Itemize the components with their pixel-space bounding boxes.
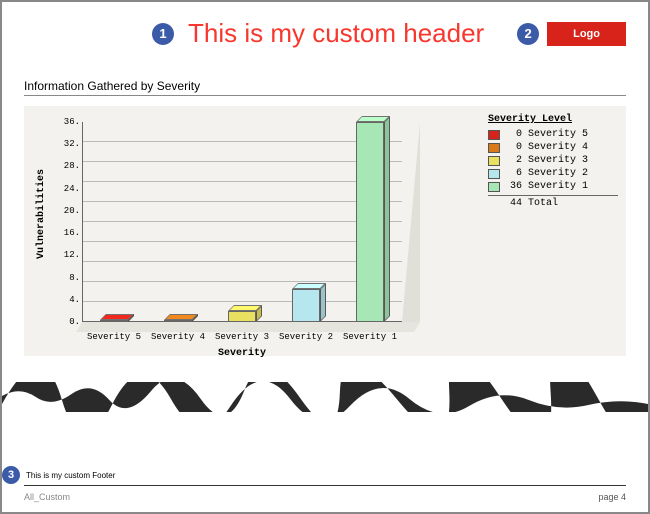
y-tick: 16.	[60, 228, 80, 238]
document-page: 1 This is my custom header 2 Logo Inform…	[0, 0, 650, 514]
y-tick: 24.	[60, 184, 80, 194]
legend-count: 36	[506, 181, 522, 192]
footer-page-number: page 4	[598, 492, 626, 502]
x-tick: Severity 2	[274, 332, 338, 342]
legend-count: 0	[506, 129, 522, 140]
header-row: 1 This is my custom header 2 Logo	[24, 18, 626, 49]
legend-count: 2	[506, 155, 522, 166]
legend-label: Severity 4	[528, 142, 588, 153]
footer-area: 3 This is my custom Footer All_Custom pa…	[24, 466, 626, 502]
chart-bar	[100, 320, 128, 322]
section-title: Information Gathered by Severity	[24, 79, 626, 93]
chart-plot-area: Vulnerabilities Severity 0.4.8.12.16.20.…	[32, 114, 480, 348]
footer-divider	[24, 485, 626, 486]
legend-swatch	[488, 130, 500, 140]
chart-bars	[82, 122, 402, 322]
legend-swatch	[488, 182, 500, 192]
custom-footer-text: This is my custom Footer	[26, 471, 115, 480]
chart-container: Vulnerabilities Severity 0. 4. 8. 12. 16. 20.…	[24, 106, 626, 356]
legend-count: 0	[506, 142, 522, 153]
legend-row: 2 Severity 3	[488, 155, 618, 166]
annotation-badge-3: 3	[2, 466, 20, 484]
chart-bar	[228, 311, 256, 322]
x-tick: Severity 3	[210, 332, 274, 342]
legend-row: 0 Severity 4	[488, 142, 618, 153]
section-divider	[24, 95, 626, 96]
custom-header-text: This is my custom header	[188, 18, 484, 49]
legend-swatch	[488, 143, 500, 153]
y-tick: 8.	[60, 273, 80, 283]
legend-label: Severity 5	[528, 129, 588, 140]
legend-row: 6 Severity 2	[488, 168, 618, 179]
legend-row: 0 Severity 5	[488, 129, 618, 140]
legend-count: 6	[506, 168, 522, 179]
legend-swatch	[488, 156, 500, 166]
legend-label: Severity 1	[528, 181, 588, 192]
chart-legend: Severity Level 0 Severity 5 0 Severity 4 2 Se…	[488, 114, 618, 348]
legend-total-label: Total	[528, 198, 558, 209]
legend-total-row: 44 Total	[488, 195, 618, 209]
x-axis-label: Severity	[82, 348, 402, 359]
chart-bar	[292, 289, 320, 322]
torn-edge-graphic	[2, 382, 648, 412]
annotation-badge-2: 2	[517, 23, 539, 45]
y-tick: 36.	[60, 117, 80, 127]
y-tick: 0.	[60, 317, 80, 327]
chart-bar	[164, 320, 192, 322]
y-tick: 12.	[60, 250, 80, 260]
legend-title: Severity Level	[488, 114, 618, 125]
annotation-badge-1: 1	[152, 23, 174, 45]
y-tick: 4.	[60, 295, 80, 305]
y-tick: 20.	[60, 206, 80, 216]
legend-row: 36 Severity 1	[488, 181, 618, 192]
logo-placeholder: Logo	[547, 22, 626, 46]
legend-swatch	[488, 169, 500, 179]
y-tick: 32.	[60, 139, 80, 149]
legend-total-value: 44	[506, 198, 522, 209]
x-tick: Severity 5	[82, 332, 146, 342]
y-axis-label: Vulnerabilities	[36, 169, 47, 259]
legend-label: Severity 2	[528, 168, 588, 179]
footer-filename: All_Custom	[24, 492, 70, 502]
x-tick: Severity 4	[146, 332, 210, 342]
y-tick: 28.	[60, 161, 80, 171]
legend-label: Severity 3	[528, 155, 588, 166]
x-tick: Severity 1	[338, 332, 402, 342]
chart-bar	[356, 122, 384, 322]
